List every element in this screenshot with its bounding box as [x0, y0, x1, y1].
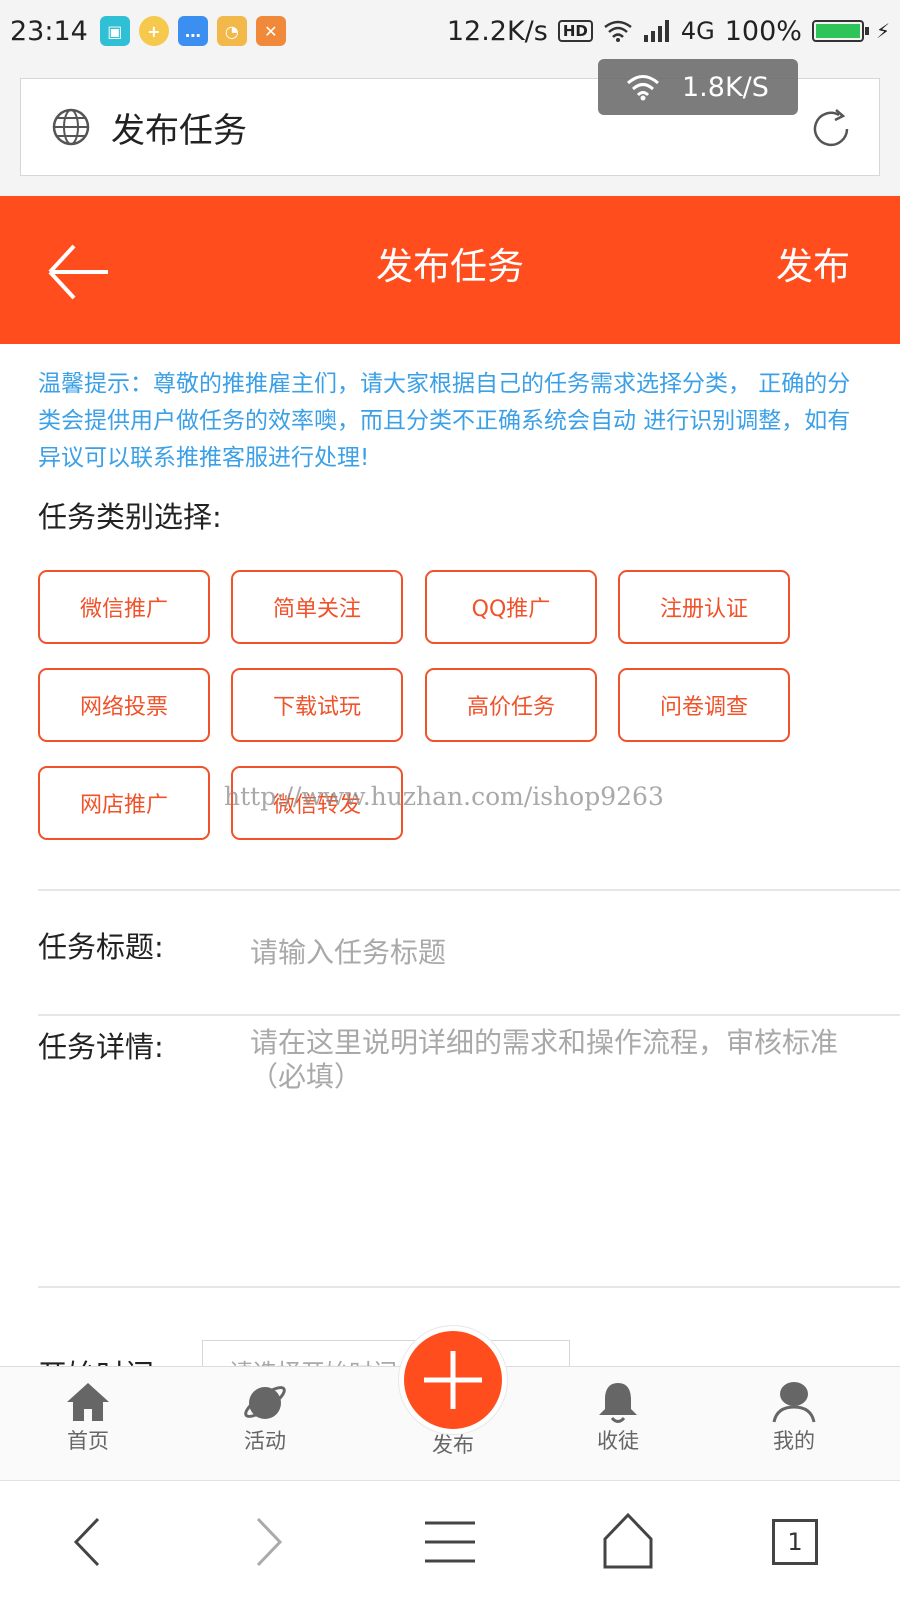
- clock-app-icon: ◔: [216, 16, 247, 46]
- category-section-label: 任务类别选择:: [38, 500, 222, 534]
- toast-speed: 1.8K/S: [682, 71, 769, 103]
- category-button[interactable]: 注册认证: [618, 570, 790, 644]
- task-detail-input[interactable]: [250, 1026, 860, 1256]
- category-button[interactable]: QQ推广: [425, 570, 597, 644]
- tab-apprentice[interactable]: 收徒: [563, 1381, 673, 1455]
- category-button[interactable]: 下载试玩: [231, 668, 403, 742]
- task-title-input[interactable]: [250, 930, 860, 974]
- signal-icon: [643, 20, 669, 42]
- home-nav-icon[interactable]: [593, 1507, 663, 1577]
- category-button[interactable]: 网店推广: [38, 766, 210, 840]
- tab-mine[interactable]: 我的: [739, 1381, 849, 1455]
- divider: [38, 1286, 900, 1288]
- category-button[interactable]: 微信推广: [38, 570, 210, 644]
- battery-level: [815, 24, 860, 38]
- tab-home[interactable]: 首页: [33, 1381, 143, 1455]
- tabs-count: 1: [787, 1528, 803, 1556]
- battery-icon: [811, 20, 869, 42]
- status-bar: 23:14 ▣ + … ◔ ✕ 12.2K/s HD 4G 100% ⚡: [0, 0, 900, 62]
- nav-forward-icon[interactable]: [232, 1507, 302, 1577]
- status-indicators: 12.2K/s HD 4G 100% ⚡: [447, 16, 890, 47]
- tab-home-label: 首页: [67, 1429, 109, 1453]
- category-button[interactable]: 问卷调查: [618, 668, 790, 742]
- network-speed-toast: 1.8K/S: [598, 59, 798, 115]
- tab-apprentice-label: 收徒: [597, 1429, 639, 1453]
- category-button[interactable]: 微信转发: [231, 766, 403, 840]
- globe-icon: [52, 108, 90, 146]
- tabs-count-button[interactable]: 1: [772, 1519, 818, 1565]
- category-button[interactable]: 简单关注: [231, 570, 403, 644]
- wifi-icon: [604, 20, 632, 42]
- battery-percent: 100%: [724, 15, 802, 47]
- publish-header-button[interactable]: 发布: [776, 236, 850, 290]
- tab-activity[interactable]: 活动: [210, 1381, 320, 1455]
- tab-publish-label: 发布: [432, 1433, 474, 1457]
- refresh-icon[interactable]: [809, 107, 853, 151]
- menu-icon[interactable]: [415, 1507, 485, 1577]
- app-header: 发布任务 发布: [0, 196, 900, 344]
- page-title: 发布任务: [376, 245, 524, 288]
- message-app-icon: …: [177, 16, 208, 46]
- plus-icon: [424, 1351, 482, 1409]
- charging-icon: ⚡: [875, 19, 890, 43]
- net-speed: 12.2K/s: [446, 15, 548, 47]
- tab-activity-label: 活动: [244, 1429, 286, 1453]
- plus-app-icon: +: [138, 16, 169, 46]
- category-button[interactable]: 网络投票: [38, 668, 210, 742]
- hd-icon: HD: [557, 20, 593, 42]
- divider: [38, 889, 900, 891]
- tab-mine-label: 我的: [773, 1429, 815, 1453]
- task-title-label: 任务标题:: [38, 930, 164, 964]
- wifi-icon: [627, 75, 659, 101]
- divider: [38, 1014, 900, 1016]
- app-screen: 23:14 ▣ + … ◔ ✕ 12.2K/s HD 4G 100% ⚡ 发布任…: [0, 0, 900, 1600]
- tip-text: 温馨提示：尊敬的推推雇主们，请大家根据自己的任务需求选择分类， 正确的分类会提供…: [38, 371, 851, 471]
- shuffle-app-icon: ✕: [255, 16, 286, 46]
- publish-button[interactable]: [399, 1326, 507, 1434]
- bell-icon: [599, 1383, 637, 1423]
- task-detail-label: 任务详情:: [38, 1030, 164, 1064]
- address-text: 发布任务: [111, 110, 247, 151]
- screenshot-app-icon: ▣: [99, 16, 130, 46]
- planet-icon: [244, 1386, 286, 1419]
- system-nav-bar: 1: [0, 1480, 900, 1600]
- status-time: 23:14: [10, 15, 88, 47]
- network-type: 4G: [680, 17, 715, 45]
- category-button[interactable]: 高价任务: [425, 668, 597, 742]
- user-icon: [772, 1382, 816, 1423]
- home-icon: [67, 1383, 109, 1421]
- nav-back-icon[interactable]: [54, 1507, 124, 1577]
